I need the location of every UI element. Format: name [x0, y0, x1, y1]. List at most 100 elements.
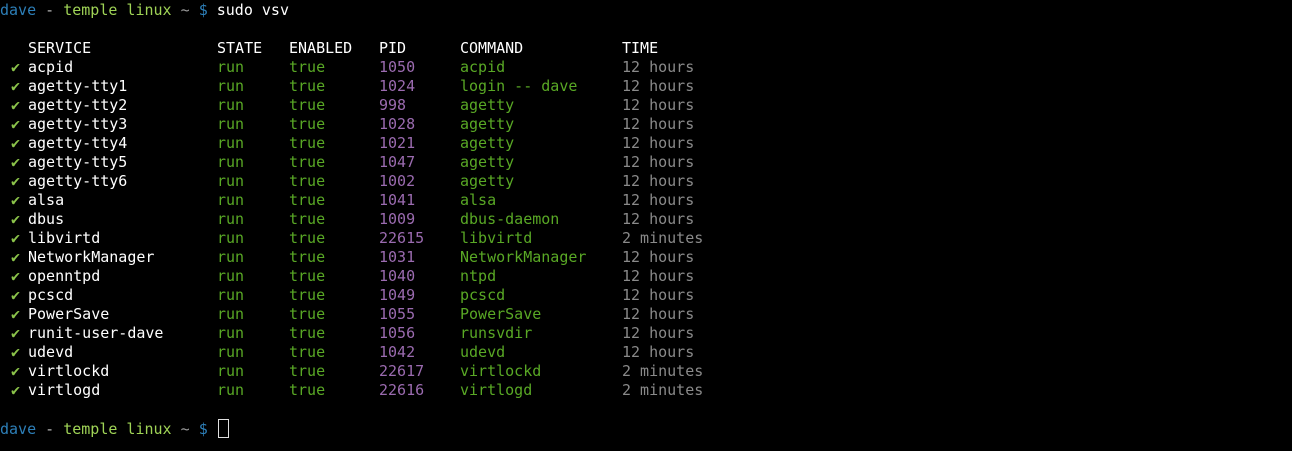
cell-enabled: true: [289, 267, 326, 285]
cell-time: 2 minutes: [622, 362, 704, 380]
cell-state: run: [217, 77, 245, 95]
cell-enabled: true: [289, 324, 326, 342]
cell-enabled: true: [289, 229, 326, 247]
table-row: ✔ agetty-tty2 run true 998 agetty 12 hours: [0, 96, 1292, 115]
prompt-path: ~: [171, 1, 199, 19]
cell-time: 12 hours: [622, 77, 695, 95]
service-table: SERVICE STATE ENABLED PID COMMAND TIME ✔…: [0, 39, 1292, 400]
cell-pid: 1028: [379, 115, 416, 133]
prompt-separator: -: [36, 420, 64, 438]
prompt-symbol: $: [198, 420, 208, 438]
prompt-path: ~: [171, 420, 199, 438]
cell-state: run: [217, 362, 245, 380]
terminal-window[interactable]: dave - temple linux ~ $ sudo vsv SERVICE…: [0, 0, 1292, 451]
cell-service: agetty-tty3: [28, 115, 128, 133]
cell-enabled: true: [289, 134, 326, 152]
cell-time: 12 hours: [622, 343, 695, 361]
cell-state: run: [217, 286, 245, 304]
check-icon: ✔: [11, 229, 21, 247]
cell-service: udevd: [28, 343, 74, 361]
cell-enabled: true: [289, 115, 326, 133]
check-icon: ✔: [11, 115, 21, 133]
table-row: ✔ alsa run true 1041 alsa 12 hours: [0, 191, 1292, 210]
cell-service: PowerSave: [28, 305, 110, 323]
header-state: STATE: [217, 39, 263, 57]
cell-state: run: [217, 58, 245, 76]
check-icon: ✔: [11, 58, 21, 76]
header-pid: PID: [379, 39, 407, 57]
cell-state: run: [217, 343, 245, 361]
cell-time: 12 hours: [622, 134, 695, 152]
table-row: ✔ virtlogd run true 22616 virtlogd 2 minutes: [0, 381, 1292, 400]
cell-state: run: [217, 267, 245, 285]
cell-command: pcscd: [460, 286, 506, 304]
check-icon: ✔: [11, 77, 21, 95]
active-prompt-line[interactable]: dave - temple linux ~ $: [0, 419, 1292, 438]
check-icon: ✔: [11, 153, 21, 171]
cell-command: dbus-daemon: [460, 210, 560, 228]
cell-state: run: [217, 210, 245, 228]
table-row: ✔ runit-user-dave run true 1056 runsvdir 12 ho…: [0, 324, 1292, 343]
cell-enabled: true: [289, 210, 326, 228]
cell-enabled: true: [289, 153, 326, 171]
check-icon: ✔: [11, 210, 21, 228]
table-header: SERVICE STATE ENABLED PID COMMAND TIME: [0, 39, 1292, 58]
cell-time: 12 hours: [622, 267, 695, 285]
prompt-symbol: $: [198, 1, 208, 19]
cell-pid: 1002: [379, 172, 416, 190]
cell-state: run: [217, 324, 245, 342]
cell-pid: 1056: [379, 324, 416, 342]
cell-service: virtlogd: [28, 381, 101, 399]
cell-time: 12 hours: [622, 172, 695, 190]
cell-state: run: [217, 381, 245, 399]
cell-service: openntpd: [28, 267, 101, 285]
cell-time: 12 hours: [622, 96, 695, 114]
cell-pid: 22617: [379, 362, 425, 380]
table-row: ✔ agetty-tty3 run true 1028 agetty 12 hours: [0, 115, 1292, 134]
cell-service: pcscd: [28, 286, 74, 304]
cell-command: agetty: [460, 115, 515, 133]
table-row: ✔ dbus run true 1009 dbus-daemon 12 hours: [0, 210, 1292, 229]
table-row: ✔ virtlockd run true 22617 virtlockd 2 minutes: [0, 362, 1292, 381]
table-row: ✔ agetty-tty5 run true 1047 agetty 12 hours: [0, 153, 1292, 172]
cell-command: login -- dave: [460, 77, 578, 95]
cell-state: run: [217, 96, 245, 114]
table-row: ✔ libvirtd run true 22615 libvirtd 2 minutes: [0, 229, 1292, 248]
header-command: COMMAND: [460, 39, 524, 57]
command-line: dave - temple linux ~ $ sudo vsv: [0, 1, 1292, 20]
check-icon: ✔: [11, 343, 21, 361]
cell-command: udevd: [460, 343, 506, 361]
cell-pid: 1050: [379, 58, 416, 76]
cell-enabled: true: [289, 248, 326, 266]
cell-pid: 1055: [379, 305, 416, 323]
cell-enabled: true: [289, 286, 326, 304]
cell-service: NetworkManager: [28, 248, 155, 266]
cell-service: dbus: [28, 210, 65, 228]
cell-command: ntpd: [460, 267, 497, 285]
check-icon: ✔: [11, 362, 21, 380]
cell-time: 12 hours: [622, 248, 695, 266]
cell-enabled: true: [289, 381, 326, 399]
cell-enabled: true: [289, 362, 326, 380]
cell-command: agetty: [460, 96, 515, 114]
header-time: TIME: [622, 39, 659, 57]
table-row: ✔ agetty-tty4 run true 1021 agetty 12 hours: [0, 134, 1292, 153]
cell-time: 12 hours: [622, 210, 695, 228]
table-row: ✔ NetworkManager run true 1031 NetworkManager…: [0, 248, 1292, 267]
table-row: ✔ agetty-tty6 run true 1002 agetty 12 hours: [0, 172, 1292, 191]
cell-service: alsa: [28, 191, 65, 209]
check-icon: ✔: [11, 191, 21, 209]
cell-pid: 998: [379, 96, 407, 114]
cell-service: agetty-tty1: [28, 77, 128, 95]
cell-time: 12 hours: [622, 115, 695, 133]
cell-command: agetty: [460, 153, 515, 171]
prompt-separator: -: [36, 1, 64, 19]
check-icon: ✔: [11, 324, 21, 342]
cell-command: alsa: [460, 191, 497, 209]
text-cursor[interactable]: [217, 419, 229, 438]
cell-pid: 1024: [379, 77, 416, 95]
header-enabled: ENABLED: [289, 39, 353, 57]
table-row: ✔ acpid run true 1050 acpid 12 hours: [0, 58, 1292, 77]
check-icon: ✔: [11, 172, 21, 190]
